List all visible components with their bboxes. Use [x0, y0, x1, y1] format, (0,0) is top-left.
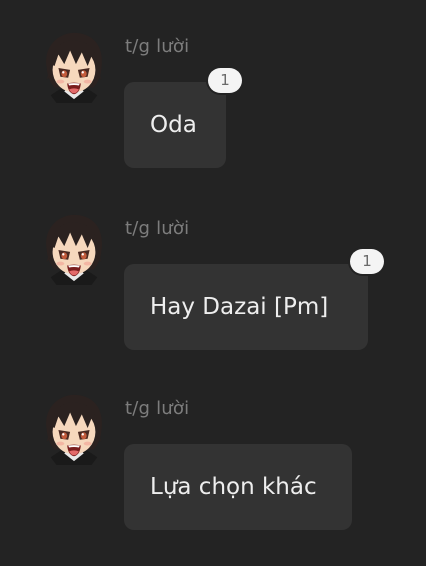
message-author: t/g lười: [125, 398, 190, 419]
message: t/g lười Oda 1: [0, 0, 426, 170]
message-bubble[interactable]: Lựa chọn khác: [124, 444, 352, 530]
anime-boy-avatar-icon[interactable]: [37, 390, 111, 468]
reply-count-badge[interactable]: 1: [208, 68, 242, 93]
anime-boy-avatar-icon[interactable]: [37, 28, 111, 106]
anime-boy-avatar-icon[interactable]: [37, 210, 111, 288]
chat-thread: t/g lười Oda 1 t/g lười Hay Dazai [Pm] 1…: [0, 0, 426, 566]
message-bubble[interactable]: Oda: [124, 82, 226, 168]
message: t/g lười Lựa chọn khác: [0, 362, 426, 532]
message-author: t/g lười: [125, 36, 190, 57]
message-bubble[interactable]: Hay Dazai [Pm]: [124, 264, 368, 350]
message-author: t/g lười: [125, 218, 190, 239]
message: t/g lười Hay Dazai [Pm] 1: [0, 182, 426, 352]
reply-count-badge[interactable]: 1: [350, 249, 384, 274]
